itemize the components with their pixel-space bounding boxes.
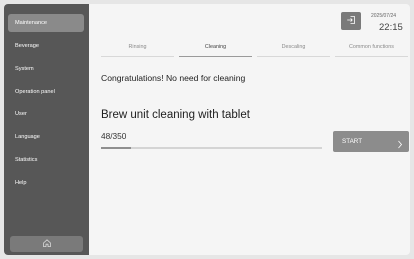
- section-title: Brew unit cleaning with tablet: [101, 109, 250, 121]
- home-icon: [42, 235, 52, 253]
- sidebar-item-statistics[interactable]: Statistics: [8, 151, 84, 169]
- logout-icon: [346, 12, 356, 30]
- tab-rinsing[interactable]: Rinsing: [101, 42, 174, 57]
- tab-cleaning[interactable]: Cleaning: [179, 42, 252, 57]
- sidebar-item-user[interactable]: User: [8, 105, 84, 123]
- progress-bar: [101, 147, 322, 149]
- tab-bar: Rinsing Cleaning Descaling Common functi…: [101, 42, 408, 58]
- main-panel: 2025/07/24 22:15 Rinsing Cleaning Descal…: [89, 4, 410, 255]
- sidebar: Maintenance Beverage System Operation pa…: [4, 4, 89, 255]
- progress-fill: [101, 147, 132, 149]
- chevron-right-icon: [397, 137, 403, 158]
- tab-descaling[interactable]: Descaling: [257, 42, 330, 57]
- tab-common-functions[interactable]: Common functions: [335, 42, 408, 57]
- sidebar-item-maintenance[interactable]: Maintenance: [8, 14, 84, 32]
- app-frame: Maintenance Beverage System Operation pa…: [4, 4, 410, 255]
- sidebar-item-beverage[interactable]: Beverage: [8, 37, 84, 55]
- start-button[interactable]: START: [333, 131, 409, 152]
- date-display: 2025/07/24: [371, 13, 397, 19]
- time-display: 22:15: [379, 22, 403, 33]
- status-message: Congratulations! No need for cleaning: [101, 73, 246, 83]
- home-button[interactable]: [10, 236, 83, 252]
- sidebar-item-language[interactable]: Language: [8, 128, 84, 146]
- sidebar-item-operation-panel[interactable]: Operation panel: [8, 83, 84, 101]
- sidebar-item-system[interactable]: System: [8, 60, 84, 78]
- cleaning-counter: 48/350: [101, 131, 127, 141]
- logout-button[interactable]: [341, 12, 361, 30]
- start-button-label: START: [342, 138, 363, 145]
- sidebar-item-help[interactable]: Help: [8, 174, 84, 192]
